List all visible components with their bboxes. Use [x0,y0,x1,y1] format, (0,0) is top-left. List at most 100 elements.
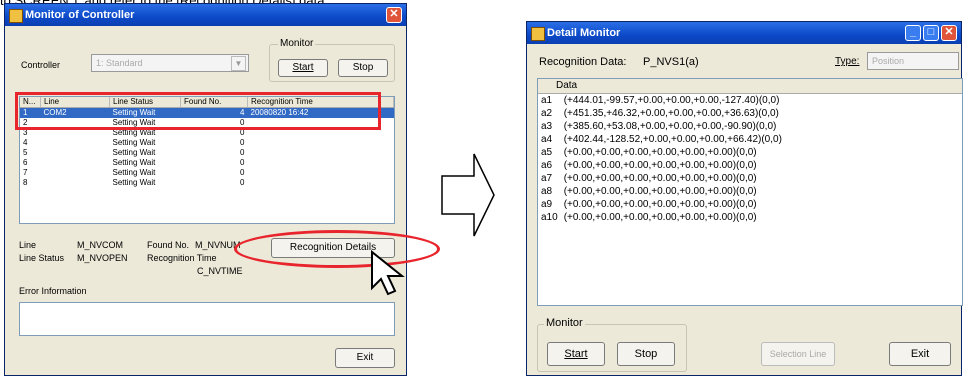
selected-row-highlight [15,92,381,130]
stop-button[interactable]: Stop [338,59,388,77]
window-title: Monitor of Controller [25,9,135,21]
data-value: (+0.00,+0.00,+0.00,+0.00,+0.00,+0.00)(0,… [563,186,757,197]
start-button-label: Start [564,348,588,360]
data-index: a7 [541,173,553,184]
list-item[interactable]: a10 (+0.00,+0.00,+0.00,+0.00,+0.00,+0.00)… [538,211,785,224]
exit-button[interactable]: Exit [889,342,951,366]
row-time [248,158,394,168]
minimize-button[interactable]: _ [905,25,921,41]
recognition-time-variable: C_NVTIME [197,266,243,276]
row-status: Setting Wait [112,168,156,177]
stop-button[interactable]: Stop [617,342,675,366]
list-item[interactable]: a9 (+0.00,+0.00,+0.00,+0.00,+0.00,+0.00)(… [538,198,785,211]
row-found: 0 [240,138,245,147]
list-item[interactable]: a2 (+451.35,+46.32,+0.00,+0.00,+0.00,+36.… [538,107,785,120]
monitor-group-label: Monitor [544,317,585,329]
row-n: 4 [23,138,28,147]
data-index: a1 [541,95,553,106]
row-time [248,148,394,158]
row-n: 5 [23,148,28,157]
error-information-box[interactable] [19,302,395,336]
type-value: Position [872,56,905,66]
row-line [41,158,110,168]
recognition-time-label: Recognition Time [147,253,217,263]
start-button[interactable]: Start [278,59,328,77]
exit-button-label: Exit [356,352,374,363]
app-icon [9,9,23,23]
row-line [41,178,110,188]
mouse-cursor-icon [371,249,405,296]
table-row[interactable]: 7 Setting Wait 0 [20,168,394,178]
data-index: a5 [541,147,553,158]
list-item[interactable]: a7 (+0.00,+0.00,+0.00,+0.00,+0.00,+0.00)(… [538,172,785,185]
data-column-header[interactable]: Data [538,79,962,94]
list-item[interactable]: a1 (+444.01,-99.57,+0.00,+0.00,+0.00,-127… [538,94,785,107]
row-found: 0 [240,148,245,157]
close-button[interactable]: ✕ [941,25,957,41]
title-bar: Detail Monitor _ □ ✕ [527,22,961,44]
start-button-label: Start [292,62,314,73]
selection-line-label: Selection Line [769,349,827,359]
stop-button-label: Stop [352,62,374,73]
list-item[interactable]: a3 (+385.60,+53.08,+0.00,+0.00,+0.00,-90.… [538,120,785,133]
data-value: (+444.01,-99.57,+0.00,+0.00,+0.00,-127.4… [563,95,780,106]
data-index: a9 [541,199,553,210]
line-status-variable: M_NVOPEN [77,253,128,263]
list-item[interactable]: a4 (+402.44,-128.52,+0.00,+0.00,+0.00,+66… [538,133,785,146]
table-row[interactable]: 5 Setting Wait 0 [20,148,394,158]
list-item[interactable]: a5 (+0.00,+0.00,+0.00,+0.00,+0.00,+0.00)(… [538,146,785,159]
line-label: Line [19,240,37,250]
table-row[interactable]: 8 Setting Wait 0 [20,178,394,188]
data-value: (+451.35,+46.32,+0.00,+0.00,+0.00,+36.63… [563,108,779,119]
table-row[interactable]: 4 Setting Wait 0 [20,138,394,148]
data-index: a2 [541,108,553,119]
row-status: Setting Wait [112,148,156,157]
row-found: 0 [240,168,245,177]
controller-select[interactable]: 1: Standard ▼ [91,54,249,72]
recognition-data-label: Recognition Data: [539,56,627,68]
data-value: (+0.00,+0.00,+0.00,+0.00,+0.00,+0.00)(0,… [563,173,757,184]
data-value: (+0.00,+0.00,+0.00,+0.00,+0.00,+0.00)(0,… [563,160,757,171]
data-index: a10 [541,212,558,223]
data-index: a6 [541,160,553,171]
exit-button-label: Exit [910,348,930,360]
row-status: Setting Wait [112,178,156,187]
monitor-of-controller-window: Monitor of Controller ✕ Controller 1: St… [4,3,407,376]
exit-button[interactable]: Exit [335,348,395,368]
row-n: 7 [23,168,28,177]
row-n: 8 [23,178,28,187]
close-button[interactable]: ✕ [386,7,402,23]
maximize-button[interactable]: □ [923,25,939,41]
list-item[interactable]: a8 (+0.00,+0.00,+0.00,+0.00,+0.00,+0.00)(… [538,185,785,198]
data-value: (+0.00,+0.00,+0.00,+0.00,+0.00,+0.00)(0,… [563,199,757,210]
row-line [41,138,110,148]
row-line [41,148,110,158]
line-status-label: Line Status [19,253,65,263]
monitor-group-label: Monitor [278,38,316,49]
title-bar: Monitor of Controller ✕ [5,4,406,26]
start-button[interactable]: Start [547,342,605,366]
data-index: a3 [541,121,553,132]
type-label: Type: [835,56,860,67]
row-found: 0 [240,178,245,187]
type-select[interactable]: Position [867,52,959,70]
line-variable: M_NVCOM [77,240,124,250]
table-row[interactable]: 6 Setting Wait 0 [20,158,394,168]
recognition-data-variable: P_NVS1(a) [643,56,699,68]
found-no-label: Found No. [147,240,190,250]
controller-value: 1: Standard [96,58,143,68]
list-item[interactable]: a6 (+0.00,+0.00,+0.00,+0.00,+0.00,+0.00)(… [538,159,785,172]
chevron-down-icon: ▼ [231,56,246,71]
row-time [248,138,394,148]
stop-button-label: Stop [634,348,658,360]
data-index: a8 [541,186,553,197]
right-arrow-icon [441,153,495,237]
data-value: (+0.00,+0.00,+0.00,+0.00,+0.00,+0.00)(0,… [563,212,757,223]
selection-line-button[interactable]: Selection Line [761,342,835,366]
row-time [248,178,394,188]
data-list[interactable]: Data a1 (+444.01,-99.57,+0.00,+0.00,+0.00… [537,78,963,306]
window-title: Detail Monitor [547,27,621,39]
error-information-label: Error Information [19,286,87,296]
app-icon [531,27,545,41]
row-status: Setting Wait [112,158,156,167]
